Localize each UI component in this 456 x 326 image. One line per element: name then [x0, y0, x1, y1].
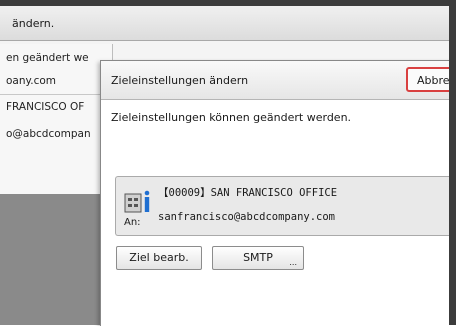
destination-name: 【00009】SAN FRANCISCO OFFICE: [158, 187, 338, 199]
smtp-button-label: SMTP: [243, 251, 273, 264]
dialog-message: Zieleinstellungen können geändert werden…: [111, 111, 352, 124]
background-destination-panel: en geändert we oany.com FRANCISCO OF o@a…: [0, 44, 113, 194]
destination-info-icon: [124, 187, 154, 215]
destination-to-label: An:: [124, 217, 141, 228]
background-line: o@abcdcompan: [6, 128, 91, 140]
change-destination-dialog: Zieleinstellungen ändern Abbre Zieleinst…: [100, 60, 456, 326]
dialog-title-bar: Zieleinstellungen ändern: [101, 61, 450, 100]
screen-bezel-right: [449, 0, 456, 325]
background-line: en geändert we: [6, 52, 89, 64]
dialog-title: Zieleinstellungen ändern: [111, 74, 249, 87]
edit-destination-button[interactable]: Ziel bearb.: [116, 246, 202, 270]
background-line: oany.com: [6, 75, 56, 87]
destination-entry: 【00009】SAN FRANCISCO OFFICE An: sanfranc…: [115, 176, 451, 236]
smtp-button[interactable]: SMTP ...: [212, 246, 304, 270]
background-dimmed-area: [0, 194, 100, 325]
background-divider: [0, 94, 112, 95]
background-header-text: ändern.: [12, 17, 55, 30]
background-header: ändern.: [0, 6, 449, 41]
background-line: FRANCISCO OF: [6, 101, 85, 113]
more-indicator-icon: ...: [289, 258, 297, 267]
destination-email: sanfrancisco@abcdcompany.com: [158, 211, 336, 223]
